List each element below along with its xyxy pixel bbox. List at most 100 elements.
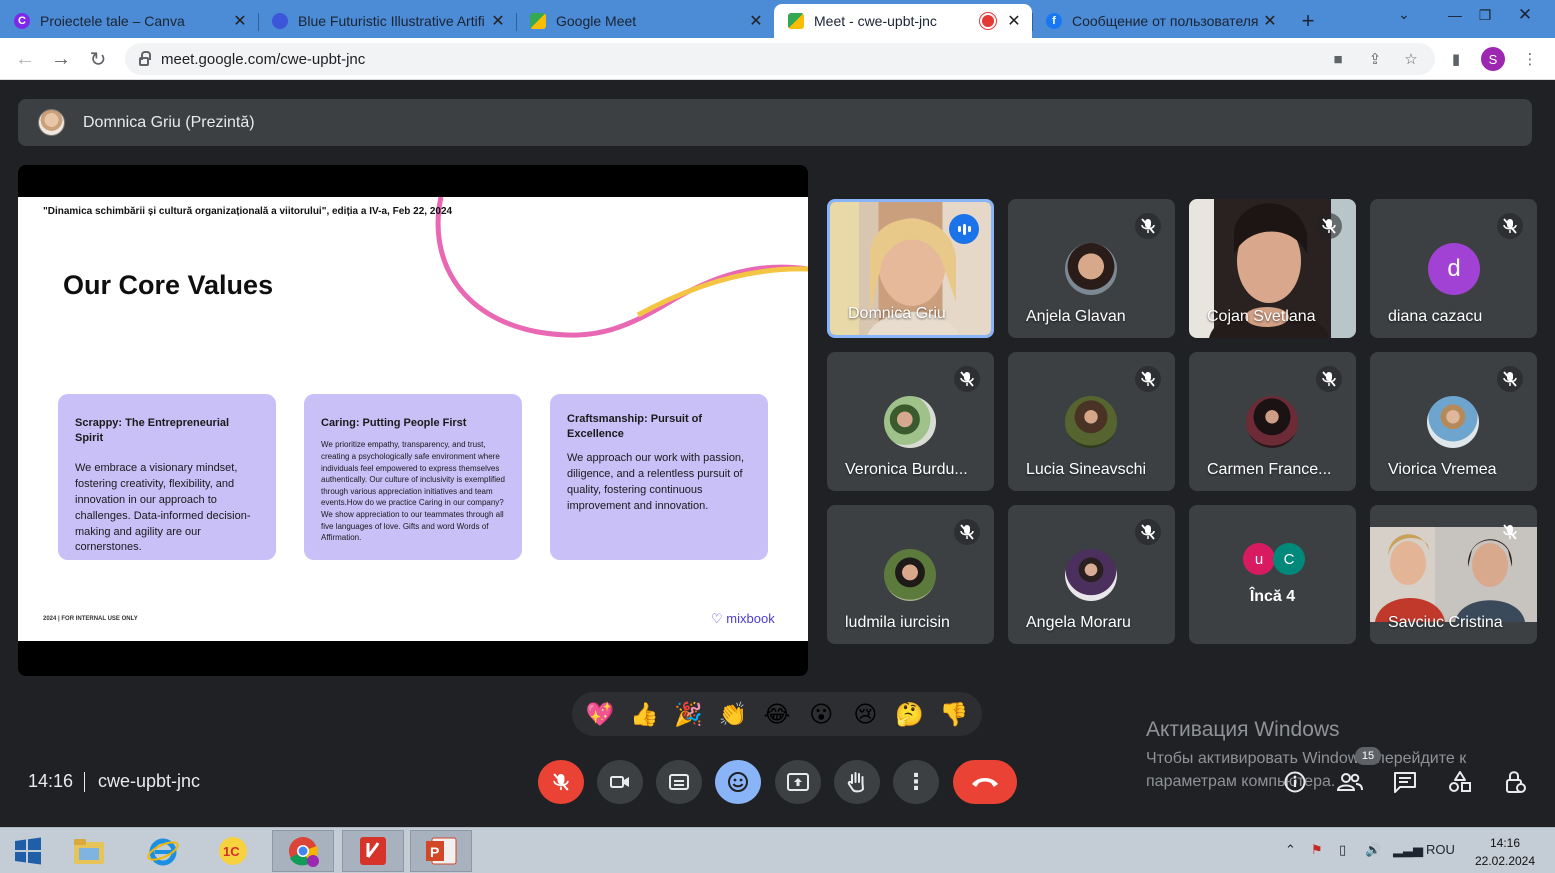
- activities-button[interactable]: [1446, 769, 1474, 795]
- speaking-indicator-icon: [949, 214, 979, 244]
- mic-off-icon: [954, 519, 980, 545]
- new-tab-button[interactable]: +: [1288, 4, 1328, 38]
- reaction-thumbs-up[interactable]: 👍: [625, 701, 663, 728]
- more-vert-icon: ⋮: [905, 769, 927, 794]
- reaction-party-popper[interactable]: 🎉: [670, 701, 708, 728]
- tab-facebook-message[interactable]: f Сообщение от пользователя ✕: [1032, 4, 1288, 38]
- participant-tile[interactable]: Savciuc Cristina: [1370, 505, 1537, 644]
- close-tab-icon[interactable]: ✕: [1006, 11, 1022, 31]
- divider: [84, 772, 85, 792]
- participant-avatar: [884, 549, 936, 601]
- people-count-badge: 15: [1355, 747, 1381, 765]
- volume-icon[interactable]: 🔊: [1365, 842, 1381, 858]
- close-tab-icon[interactable]: ✕: [748, 11, 764, 31]
- reaction-thumbs-down[interactable]: 👎: [935, 701, 973, 728]
- bookmark-star-icon[interactable]: ☆: [1402, 51, 1420, 68]
- reaction-crying[interactable]: 😢: [846, 701, 884, 728]
- presentation-stage[interactable]: "Dinamica schimbării și cultură organiza…: [18, 165, 808, 676]
- chat-button[interactable]: [1391, 769, 1419, 795]
- presenter-avatar: [38, 109, 65, 136]
- participant-tile[interactable]: Cojan Svetlana: [1189, 199, 1356, 338]
- action-center-flag-icon[interactable]: ⚑: [1311, 842, 1323, 858]
- leave-call-button[interactable]: [953, 760, 1017, 804]
- reload-icon[interactable]: ↻: [86, 47, 110, 71]
- close-tab-icon[interactable]: ✕: [1262, 11, 1278, 31]
- meeting-info-icon[interactable]: [1281, 769, 1309, 795]
- tab-meet-active[interactable]: Meet - cwe-upbt-jnc ✕: [774, 4, 1032, 38]
- host-controls-button[interactable]: [1501, 769, 1529, 795]
- powerpoint-app-icon[interactable]: P: [410, 830, 472, 872]
- value-card-scrappy: Scrappy: The Entrepreneurial Spirit We e…: [58, 394, 276, 560]
- participant-name: Carmen France...: [1207, 461, 1332, 478]
- mic-toggle-button[interactable]: [538, 760, 584, 804]
- participant-tile[interactable]: ludmila iurcisin: [827, 505, 994, 644]
- share-icon[interactable]: ⇪: [1366, 51, 1384, 68]
- restore-button[interactable]: ❐: [1468, 0, 1502, 30]
- acrobat-app-icon[interactable]: [342, 830, 404, 872]
- camera-toggle-button[interactable]: [597, 760, 643, 804]
- menu-dots-icon[interactable]: ⋮: [1521, 51, 1539, 68]
- participant-tile[interactable]: Domnica Griu: [827, 199, 994, 338]
- system-clock[interactable]: 14:16 22.02.2024: [1470, 834, 1540, 870]
- participant-tile[interactable]: Angela Moraru: [1008, 505, 1175, 644]
- svg-text:P: P: [430, 844, 439, 860]
- recording-indicator-icon: [982, 15, 994, 27]
- mic-off-icon: [1316, 213, 1342, 239]
- raise-hand-button[interactable]: [834, 760, 880, 804]
- mic-off-icon: [1316, 366, 1342, 392]
- reaction-sparkling-heart[interactable]: 💖: [581, 701, 619, 728]
- meeting-code: cwe-upbt-jnc: [98, 771, 201, 791]
- mic-off-icon: [1497, 213, 1523, 239]
- chrome-app-icon[interactable]: [272, 830, 334, 872]
- file-explorer-icon[interactable]: [58, 830, 120, 872]
- forward-arrow-icon[interactable]: →: [49, 47, 73, 71]
- ie-logo-icon: [147, 838, 179, 866]
- power-icon[interactable]: ▯: [1339, 842, 1346, 858]
- people-button[interactable]: [1336, 769, 1364, 795]
- side-panel-icon[interactable]: ▮: [1447, 51, 1465, 68]
- lock-person-icon: [1506, 771, 1526, 793]
- start-button[interactable]: [0, 830, 56, 872]
- minimize-button[interactable]: —: [1438, 0, 1472, 30]
- more-options-button[interactable]: ⋮: [893, 760, 939, 804]
- tab-search-chevron-icon[interactable]: ⌄: [1398, 6, 1410, 23]
- closed-captions-icon: [669, 774, 689, 790]
- participant-tile[interactable]: Viorica Vremea: [1370, 352, 1537, 491]
- more-participants-tile[interactable]: u C Încă 4: [1189, 505, 1356, 644]
- participant-tile[interactable]: d diana cazacu: [1370, 199, 1537, 338]
- tab-google-meet[interactable]: Google Meet ✕: [516, 4, 774, 38]
- clock-time: 14:16: [1489, 836, 1521, 850]
- internet-explorer-icon[interactable]: [132, 830, 194, 872]
- 1c-app-icon[interactable]: 1C: [202, 830, 264, 872]
- card-body: We prioritize empathy, transparency, and…: [321, 440, 505, 543]
- show-hidden-icons[interactable]: ⌃: [1285, 842, 1296, 858]
- network-icon[interactable]: ▂▃▅: [1393, 842, 1423, 858]
- close-window-button[interactable]: ✕: [1508, 0, 1542, 30]
- reaction-thinking[interactable]: 🤔: [891, 701, 929, 728]
- participant-tile[interactable]: Veronica Burdu...: [827, 352, 994, 491]
- camera-icon[interactable]: ■: [1329, 51, 1347, 68]
- participant-name: Savciuc Cristina: [1388, 614, 1503, 631]
- participant-tile[interactable]: Anjela Glavan: [1008, 199, 1175, 338]
- reaction-surprised[interactable]: 😮: [802, 701, 840, 728]
- back-arrow-icon[interactable]: ←: [13, 47, 37, 71]
- tab-canva-design[interactable]: Blue Futuristic Illustrative Artifi ✕: [258, 4, 516, 38]
- chat-icon: [1394, 772, 1416, 793]
- close-tab-icon[interactable]: ✕: [490, 11, 506, 31]
- close-tab-icon[interactable]: ✕: [232, 11, 248, 31]
- reaction-laughing[interactable]: 😂: [758, 701, 796, 728]
- participant-tile[interactable]: Carmen France...: [1189, 352, 1356, 491]
- folder-icon: [74, 839, 104, 864]
- tab-canva-projects[interactable]: C Proiectele tale – Canva ✕: [0, 4, 258, 38]
- tab-title: Blue Futuristic Illustrative Artifi: [298, 13, 485, 29]
- input-language[interactable]: ROU: [1426, 842, 1455, 857]
- reaction-clapping[interactable]: 👏: [714, 701, 752, 728]
- participant-tile[interactable]: Lucia Sineavschi: [1008, 352, 1175, 491]
- captions-button[interactable]: [656, 760, 702, 804]
- present-screen-button[interactable]: [775, 760, 821, 804]
- address-bar[interactable]: meet.google.com/cwe-upbt-jnc: [125, 43, 1435, 75]
- slide-title: Our Core Values: [63, 270, 274, 300]
- participant-name: Anjela Glavan: [1026, 308, 1126, 325]
- reactions-button[interactable]: [715, 760, 761, 804]
- profile-avatar[interactable]: S: [1481, 47, 1505, 71]
